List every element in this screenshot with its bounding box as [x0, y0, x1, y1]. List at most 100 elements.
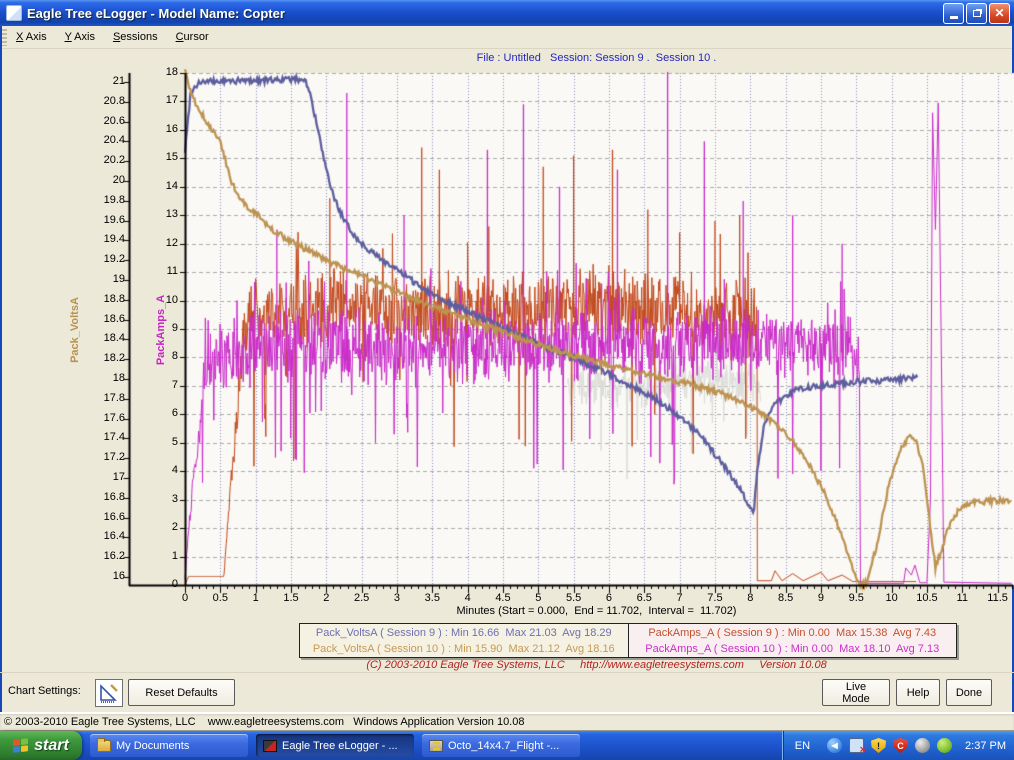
- left-axis-tick-label: 20.2: [85, 154, 125, 166]
- x-axis-tick-label: 0: [168, 592, 202, 604]
- zip-icon: [429, 740, 443, 752]
- close-button[interactable]: ✕: [989, 3, 1010, 24]
- left-axis-title: Pack_VoltsA: [69, 277, 81, 383]
- session-header: File : Untitled Session: Session 9 . Ses…: [185, 52, 1008, 64]
- taskbar-task-my-documents[interactable]: My Documents: [90, 734, 248, 757]
- left-axis-tick-label: 16.2: [85, 550, 125, 562]
- menu-item-x-axis[interactable]: X Axis: [7, 28, 56, 46]
- left-axis-tick-label: 18.4: [85, 332, 125, 344]
- right-axis-tick-label: 6: [148, 407, 178, 419]
- left-axis-tick-label: 19.2: [85, 253, 125, 265]
- menu-bar: X AxisY AxisSessionsCursor: [0, 26, 1014, 49]
- start-button[interactable]: start: [0, 731, 82, 760]
- left-axis-tick-label: 17.2: [85, 451, 125, 463]
- left-axis-tick-label: 18.2: [85, 352, 125, 364]
- help-button[interactable]: Help: [896, 679, 940, 706]
- legend-row: PackAmps_A ( Session 10 ) : Min 0.00 Max…: [629, 641, 957, 657]
- application-window: Eagle Tree eLogger - Model Name: Copter …: [0, 0, 1014, 760]
- right-axis-tick-label: 17: [148, 94, 178, 106]
- right-axis-tick-label: 12: [148, 237, 178, 249]
- chart-settings-label: Chart Settings:: [8, 685, 81, 697]
- chart-plot-area[interactable]: [120, 66, 1014, 616]
- reset-defaults-button[interactable]: Reset Defaults: [128, 679, 235, 706]
- task-label: My Documents: [116, 740, 189, 752]
- done-button[interactable]: Done: [946, 679, 992, 706]
- wireless-icon[interactable]: [937, 738, 952, 753]
- x-axis-tick-label: 6.5: [627, 592, 661, 604]
- x-axis-tick-label: 9: [804, 592, 838, 604]
- controls-bar: Chart Settings: Reset Defaults Live Mode…: [0, 672, 1014, 712]
- left-axis-tick-label: 16.4: [85, 530, 125, 542]
- x-axis-tick-label: 3.5: [415, 592, 449, 604]
- x-axis-tick-label: 8.5: [769, 592, 803, 604]
- left-axis-tick-label: 20.6: [85, 115, 125, 127]
- x-axis-tick-label: 2.5: [345, 592, 379, 604]
- x-axis-tick-label: 7: [663, 592, 697, 604]
- left-axis-tick-label: 17.6: [85, 412, 125, 424]
- left-axis-tick-label: 19.8: [85, 194, 125, 206]
- right-axis-tick-label: 13: [148, 208, 178, 220]
- hide-tray-chevron-icon[interactable]: ◀: [827, 738, 842, 753]
- chart-settings-button[interactable]: [95, 679, 123, 707]
- left-axis-tick-label: 20.4: [85, 134, 125, 146]
- left-axis-tick-label: 17.4: [85, 431, 125, 443]
- security-shield-icon[interactable]: !: [871, 738, 886, 753]
- menu-item-y-axis[interactable]: Y Axis: [56, 28, 104, 46]
- right-axis-tick-label: 5: [148, 436, 178, 448]
- left-axis-tick-label: 19: [85, 273, 125, 285]
- task-label: Eagle Tree eLogger - ...: [282, 740, 398, 752]
- legend-row: PackAmps_A ( Session 9 ) : Min 0.00 Max …: [629, 625, 957, 641]
- window-frame-left: [0, 26, 2, 731]
- app-icon: [6, 5, 22, 21]
- menu-item-sessions[interactable]: Sessions: [104, 28, 167, 46]
- legend-row: Pack_VoltsA ( Session 9 ) : Min 16.66 Ma…: [300, 625, 628, 641]
- x-axis-tick-label: 2: [309, 592, 343, 604]
- right-axis-tick-label: 16: [148, 123, 178, 135]
- legend-amps: PackAmps_A ( Session 9 ) : Min 0.00 Max …: [628, 624, 957, 657]
- right-axis-tick-label: 7: [148, 379, 178, 391]
- antivirus-shield-icon[interactable]: C: [893, 738, 908, 753]
- x-axis-label: Minutes (Start = 0.000, End = 11.702, In…: [185, 605, 1008, 617]
- x-axis-tick-label: 7.5: [698, 592, 732, 604]
- right-axis-tick-label: 9: [148, 322, 178, 334]
- language-indicator[interactable]: EN: [795, 740, 810, 752]
- left-axis-tick-label: 18: [85, 372, 125, 384]
- left-axis-tick-label: 16: [85, 570, 125, 582]
- clock[interactable]: 2:37 PM: [965, 740, 1006, 752]
- right-axis-tick-label: 2: [148, 521, 178, 533]
- left-axis-tick-label: 17: [85, 471, 125, 483]
- right-axis-tick-label: 11: [148, 265, 178, 277]
- left-axis-tick-label: 16.8: [85, 491, 125, 503]
- taskbar-task-octo-14x4-7-flight[interactable]: Octo_14x4.7_Flight -...: [422, 734, 580, 757]
- x-axis-tick-label: 11: [945, 592, 979, 604]
- right-axis-tick-label: 15: [148, 151, 178, 163]
- status-bar: © 2003-2010 Eagle Tree Systems, LLC www.…: [0, 712, 1014, 731]
- restore-button[interactable]: [966, 3, 987, 24]
- x-axis-tick-label: 6: [592, 592, 626, 604]
- task-label: Octo_14x4.7_Flight -...: [448, 740, 559, 752]
- left-axis-tick-label: 18.6: [85, 313, 125, 325]
- live-mode-button[interactable]: Live Mode: [822, 679, 890, 706]
- x-axis-tick-label: 3: [380, 592, 414, 604]
- title-bar[interactable]: Eagle Tree eLogger - Model Name: Copter …: [0, 0, 1014, 26]
- left-axis-tick-label: 19.4: [85, 233, 125, 245]
- network-status-icon[interactable]: [849, 738, 864, 753]
- x-axis-tick-label: 0.5: [203, 592, 237, 604]
- right-axis-tick-label: 4: [148, 464, 178, 476]
- volume-icon[interactable]: [915, 738, 930, 753]
- chart-copyright: (C) 2003-2010 Eagle Tree Systems, LLC ht…: [185, 659, 1008, 671]
- right-axis-tick-label: 1: [148, 550, 178, 562]
- eagle-app-icon: [263, 740, 277, 752]
- x-axis-tick-label: 5: [521, 592, 555, 604]
- taskbar: start My Documents Eagle Tree eLogger - .…: [0, 731, 1014, 760]
- legend-volts: Pack_VoltsA ( Session 9 ) : Min 16.66 Ma…: [300, 624, 628, 657]
- right-axis-tick-label: 0: [148, 578, 178, 590]
- x-axis-tick-label: 1: [239, 592, 273, 604]
- right-axis-tick-label: 10: [148, 294, 178, 306]
- menu-item-cursor[interactable]: Cursor: [167, 28, 218, 46]
- x-axis-tick-label: 9.5: [839, 592, 873, 604]
- window-title: Eagle Tree eLogger - Model Name: Copter: [27, 6, 285, 21]
- right-axis-tick-label: 18: [148, 66, 178, 78]
- taskbar-task-eagle-tree-elogger[interactable]: Eagle Tree eLogger - ...: [256, 734, 414, 757]
- minimize-button[interactable]: [943, 3, 964, 24]
